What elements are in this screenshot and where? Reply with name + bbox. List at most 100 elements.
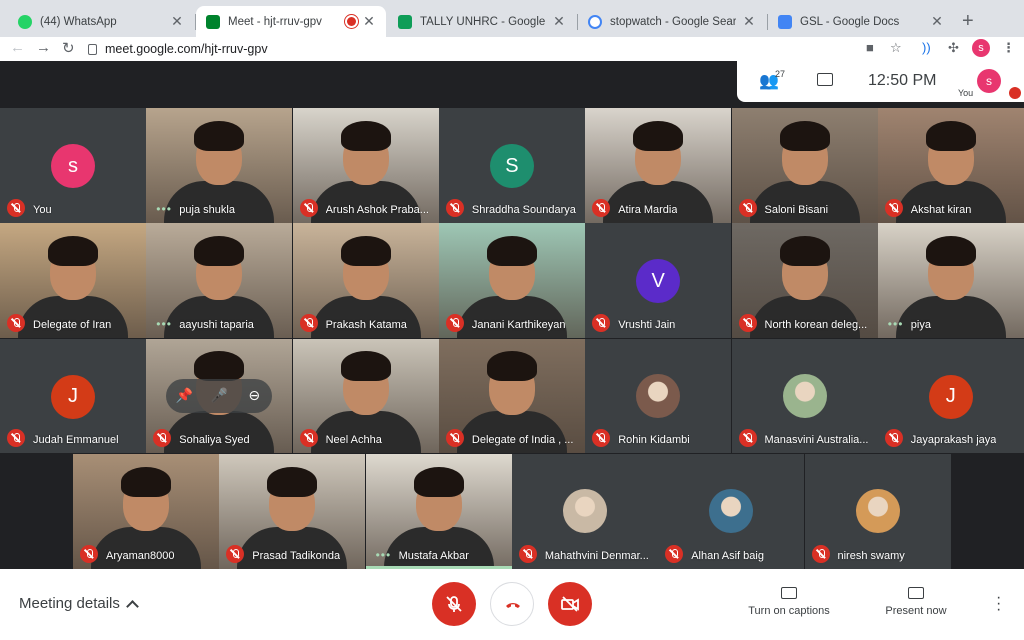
tab-search[interactable]: stopwatch - Google Search ✕	[578, 6, 766, 37]
close-tab-icon[interactable]: ✕	[930, 13, 944, 30]
participant-name: Aryaman8000	[106, 549, 175, 562]
camera-icon[interactable]: ■	[866, 40, 874, 55]
tab-whatsapp[interactable]: (44) WhatsApp ✕	[8, 6, 194, 37]
participant-name: Arush Ashok Praba...	[325, 203, 429, 216]
participant-name: Mahathvini Denmar...	[544, 549, 649, 562]
muted-mic-icon	[299, 198, 318, 217]
self-avatar: s	[977, 69, 1001, 93]
back-icon[interactable]: ←	[10, 39, 25, 56]
tab-meet[interactable]: Meet - hjt-rruv-gpv ✕	[196, 6, 386, 37]
participant-name: Sohaliya Syed	[179, 434, 250, 447]
address-bar[interactable]: meet.google.com/hjt-rruv-gpv	[88, 38, 858, 60]
participant-name: puja shukla	[179, 203, 235, 216]
participant-tile[interactable]: North korean deleg...	[731, 223, 878, 339]
participant-name: Shraddha Soundarya	[471, 203, 576, 216]
participant-tile[interactable]: Manasvini Australia...	[731, 338, 878, 454]
profile-avatar[interactable]: s	[972, 39, 990, 57]
muted-mic-icon	[445, 198, 464, 217]
participant-tile[interactable]: Rohin Kidambi	[585, 338, 732, 454]
participant-name: Mustafa Akbar	[398, 549, 469, 562]
extensions-puzzle-icon[interactable]: ✣	[948, 40, 959, 56]
participant-tile[interactable]: Delegate of Iran	[0, 223, 146, 339]
participant-tile[interactable]: Aryaman8000	[73, 453, 219, 569]
bookmark-star-icon[interactable]: ☆	[890, 40, 902, 56]
close-tab-icon[interactable]: ✕	[742, 13, 756, 30]
participant-tile[interactable]: Prakash Katama	[292, 223, 439, 339]
muted-mic-icon	[7, 429, 25, 448]
participant-tile[interactable]: ••• aayushi taparia	[146, 223, 293, 339]
tab-sheets[interactable]: TALLY UNHRC - Google Sheets ✕	[388, 6, 576, 37]
meeting-details-button[interactable]: Meeting details	[19, 595, 120, 612]
tab-title: (44) WhatsApp	[40, 15, 117, 28]
participant-tile[interactable]: Akshat kiran	[877, 108, 1024, 223]
captions-button[interactable]: Turn on captions	[744, 587, 834, 617]
chevron-up-icon[interactable]	[126, 600, 139, 613]
participant-tile[interactable]: ••• puja shukla	[146, 108, 293, 223]
participant-profile-photo	[709, 488, 754, 533]
participant-tile[interactable]: niresh swamy	[804, 453, 951, 569]
meet-icon	[206, 14, 220, 29]
muted-mic-icon	[884, 429, 903, 448]
participant-tile[interactable]: 📌 🎤 ⊖ Sohaliya Syed	[146, 338, 293, 454]
new-tab-icon[interactable]: +	[962, 10, 974, 33]
reload-icon[interactable]: ↻	[62, 39, 75, 57]
camera-toggle-button[interactable]	[548, 582, 592, 626]
pin-icon[interactable]: 📌	[174, 387, 194, 404]
participant-tile[interactable]: Prasad Tadikonda	[219, 453, 366, 569]
participant-tile[interactable]: S Shraddha Soundarya	[438, 108, 585, 223]
tab-docs[interactable]: GSL - Google Docs ✕	[768, 6, 954, 37]
participant-tile[interactable]: Alhan Asif baig	[658, 453, 805, 569]
close-tab-icon[interactable]: ✕	[170, 13, 184, 30]
captions-icon	[781, 587, 797, 599]
muted-mic-icon	[738, 198, 757, 217]
participant-tile[interactable]: Saloni Bisani	[731, 108, 878, 223]
participant-name: niresh swamy	[837, 549, 905, 562]
close-tab-icon[interactable]: ✕	[552, 13, 566, 30]
tab-title: GSL - Google Docs	[800, 15, 900, 28]
extension-wave-icon[interactable]: ))	[922, 40, 931, 55]
muted-mic-icon	[1009, 87, 1021, 99]
mic-toggle-button[interactable]	[432, 582, 476, 626]
participant-tile[interactable]: ••• piya	[877, 223, 1024, 339]
participant-profile-photo	[562, 488, 607, 533]
chat-icon[interactable]	[817, 73, 833, 86]
recording-icon	[347, 17, 356, 26]
participant-tile[interactable]: Atira Mardia	[585, 108, 732, 223]
url-text: meet.google.com/hjt-rruv-gpv	[105, 42, 268, 56]
participant-tile[interactable]: Neel Achha	[292, 338, 439, 454]
participant-count: 27	[775, 69, 786, 79]
remove-icon[interactable]: ⊖	[244, 387, 264, 404]
participant-tile[interactable]: ••• Mustafa Akbar	[365, 453, 512, 569]
muted-mic-icon	[445, 314, 464, 333]
muted-mic-icon	[738, 429, 757, 448]
mute-icon[interactable]: 🎤	[209, 387, 229, 404]
participant-tile[interactable]: Mahathvini Denmar...	[511, 453, 658, 569]
participant-tile[interactable]: Janani Karthikeyan	[438, 223, 585, 339]
end-call-button[interactable]	[490, 582, 534, 626]
forward-icon[interactable]: →	[36, 39, 51, 56]
participant-tile[interactable]: J Jayaprakash jaya	[877, 338, 1024, 454]
phone-hangup-icon	[491, 583, 535, 627]
participant-tile[interactable]: s You	[0, 108, 146, 223]
present-now-button[interactable]: Present now	[876, 587, 956, 617]
speaking-indicator-icon: •••	[156, 317, 172, 332]
present-label: Present now	[885, 605, 947, 617]
speaking-indicator-icon: •••	[887, 317, 904, 332]
chrome-menu-icon[interactable]: ⋮	[1002, 40, 1015, 56]
browser-toolbar: ← → ↻ meet.google.com/hjt-rruv-gpv ■ ☆ )…	[0, 37, 1024, 61]
close-tab-icon[interactable]: ✕	[362, 13, 376, 30]
self-label: You	[958, 88, 974, 98]
muted-mic-icon	[80, 544, 98, 563]
participant-tile[interactable]: V Vrushti Jain	[585, 223, 732, 339]
meeting-clock: 12:50 PM	[868, 72, 937, 89]
mic-off-icon	[432, 582, 476, 626]
more-options-icon[interactable]: · · ·	[996, 590, 1001, 618]
participant-tile[interactable]: Delegate of India , ...	[438, 338, 585, 454]
participant-avatar: s	[51, 144, 95, 188]
browser-tab-bar: (44) WhatsApp ✕ Meet - hjt-rruv-gpv ✕ TA…	[0, 0, 1024, 37]
participant-tile[interactable]: J Judah Emmanuel	[0, 338, 146, 454]
participant-profile-photo	[855, 488, 900, 533]
participant-name: Akshat kiran	[910, 203, 972, 216]
participant-tile[interactable]: Arush Ashok Praba...	[292, 108, 439, 223]
participant-profile-photo	[636, 373, 681, 418]
